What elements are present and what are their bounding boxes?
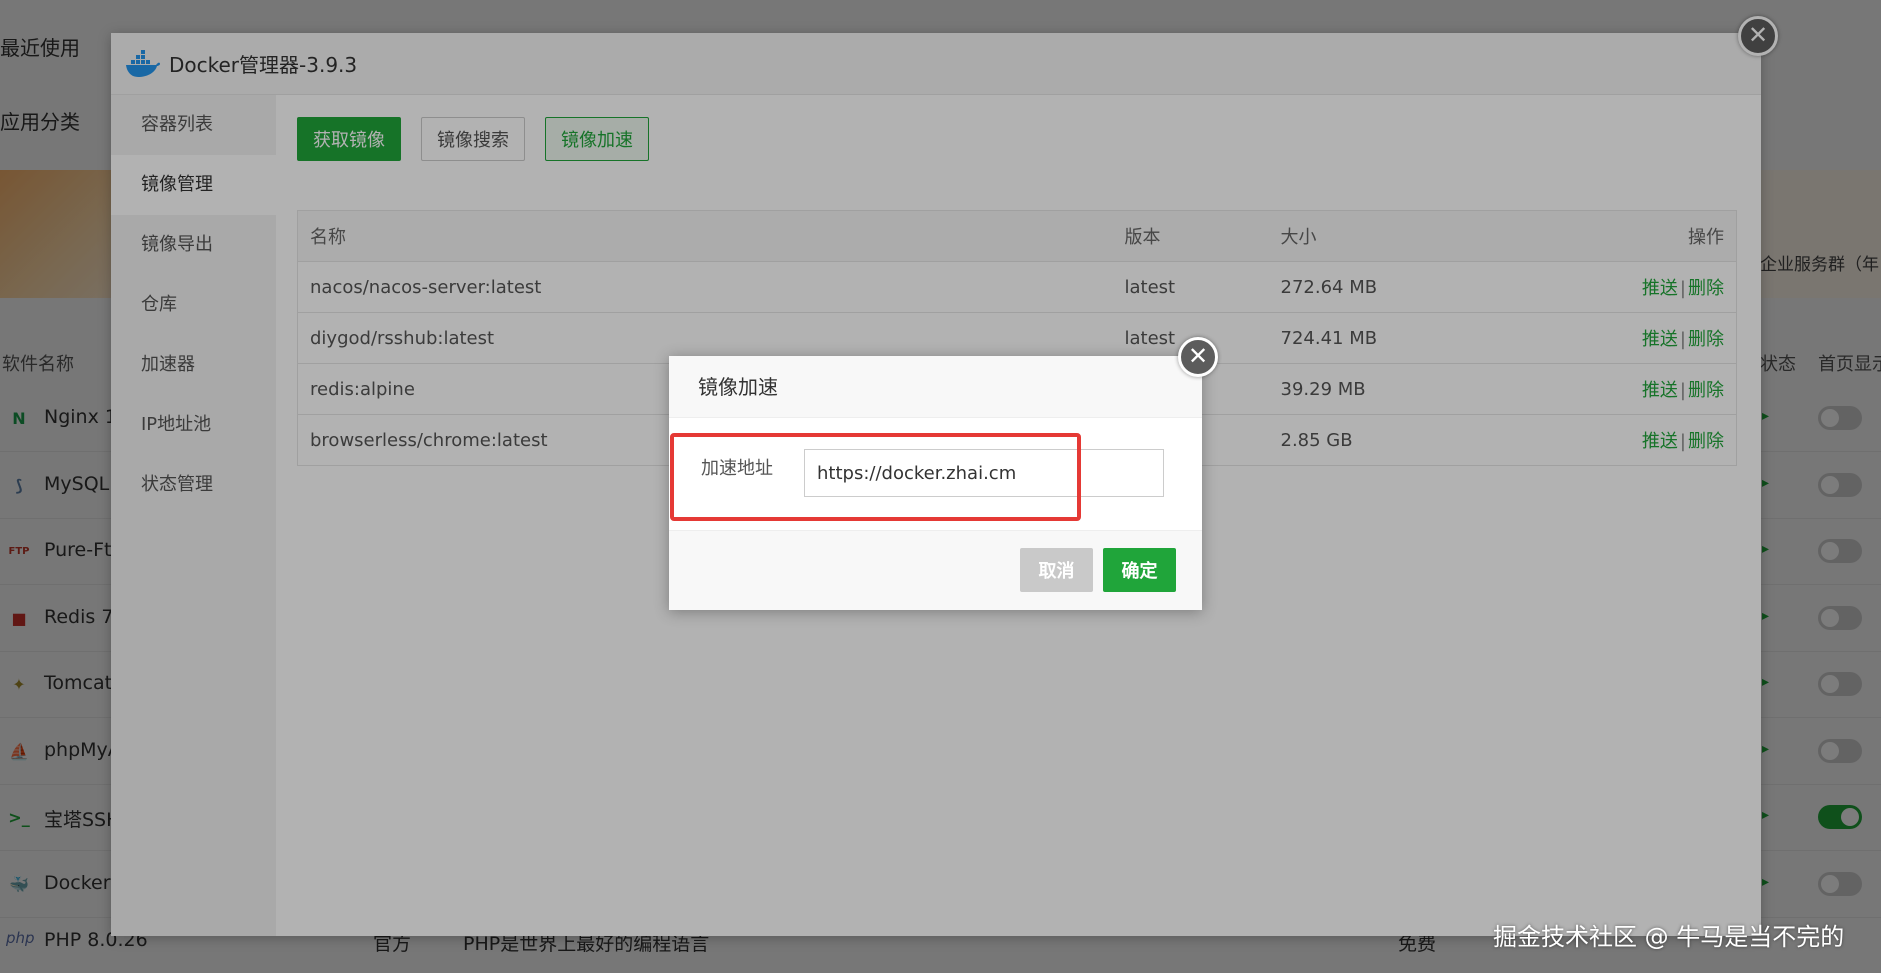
accelerate-address-input[interactable] (804, 449, 1164, 497)
dialog-title: 镜像加速 (669, 356, 1202, 418)
mirror-accelerate-dialog: 镜像加速 加速地址 取消 确定 (669, 356, 1202, 610)
dialog-body: 加速地址 (669, 418, 1202, 530)
confirm-button[interactable]: 确定 (1103, 548, 1176, 592)
accelerate-address-label: 加速地址 (701, 458, 773, 479)
watermark-text: 掘金技术社区 @ 牛马是当不完的 (1493, 923, 1845, 951)
dialog-close-icon[interactable]: ✕ (1178, 337, 1218, 377)
cancel-button[interactable]: 取消 (1020, 548, 1093, 592)
dialog-footer: 取消 确定 (669, 530, 1202, 610)
